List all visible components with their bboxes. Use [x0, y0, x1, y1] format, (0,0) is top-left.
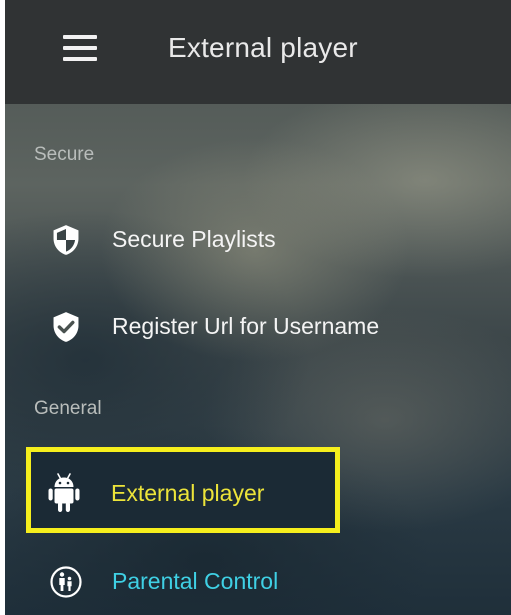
shield-half-icon [49, 223, 83, 257]
shield-check-icon [49, 310, 83, 344]
menu-icon[interactable] [63, 35, 97, 63]
menu-item-parental-control[interactable]: Parental Control [5, 553, 511, 609]
section-header-general: General [34, 398, 102, 419]
section-header-secure: Secure [34, 144, 95, 165]
menu-item-register-url[interactable]: Register Url for Username [5, 298, 511, 354]
menu-item-label: External player [111, 480, 265, 506]
parental-control-icon [49, 565, 83, 599]
menu-item-external-player[interactable]: External player [5, 464, 511, 520]
menu-item-secure-playlists[interactable]: Secure Playlists [5, 211, 511, 267]
top-app-bar: External player [5, 0, 511, 104]
menu-item-label: Register Url for Username [112, 313, 380, 339]
page-title: External player [168, 32, 358, 63]
navigation-drawer: External player Secure Secure Playlists … [5, 0, 511, 615]
menu-item-label: Secure Playlists [112, 226, 276, 252]
android-icon [47, 472, 81, 514]
menu-item-label: Parental Control [112, 568, 279, 594]
